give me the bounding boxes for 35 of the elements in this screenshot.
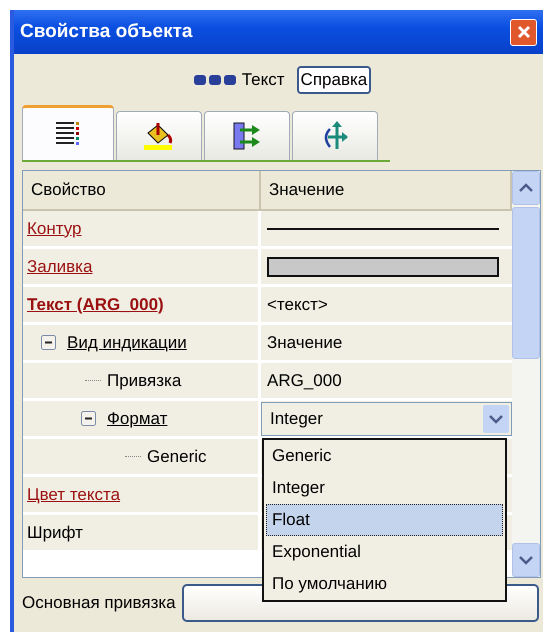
scrollbar[interactable] [512,171,540,577]
paint-bucket-icon [144,121,174,151]
object-type-label: Текст [242,70,285,90]
window-title: Свойства объекта [20,21,192,43]
property-value: <текст> [267,294,328,314]
dropdown-option[interactable]: Integer [266,472,503,504]
chevron-down-icon [489,414,503,424]
connector-icon [232,121,262,151]
text-object-icon [194,73,238,87]
main-binding-label: Основная привязка [22,593,176,613]
help-button[interactable]: Справка [296,66,372,94]
property-name[interactable]: Контур [27,218,82,238]
scroll-down-icon[interactable] [519,555,533,565]
property-value: Значение [267,332,342,352]
scroll-up-icon[interactable] [519,183,533,193]
dropdown-option[interactable]: Generic [266,440,503,472]
format-dropdown[interactable]: Integer [261,402,512,436]
column-header[interactable]: Свойство [23,171,261,211]
dropdown-option[interactable]: Float [266,504,503,536]
tab[interactable] [116,111,202,160]
property-name: Generic [147,446,207,466]
scroll-thumb[interactable] [512,207,540,359]
close-button[interactable] [510,18,537,46]
list-icon [54,120,82,148]
column-header[interactable]: Значение [261,171,512,211]
tab[interactable] [22,105,114,160]
close-icon [516,25,530,39]
collapse-icon[interactable] [81,410,97,426]
property-value: ARG_000 [267,370,342,390]
property-name: Шрифт [27,522,83,542]
property-name: Привязка [107,370,182,390]
dropdown-option[interactable]: По умолчанию [266,568,503,600]
property-name[interactable]: Заливка [27,256,92,276]
dropdown-option[interactable]: Exponential [266,536,503,568]
collapse-icon[interactable] [41,334,57,350]
